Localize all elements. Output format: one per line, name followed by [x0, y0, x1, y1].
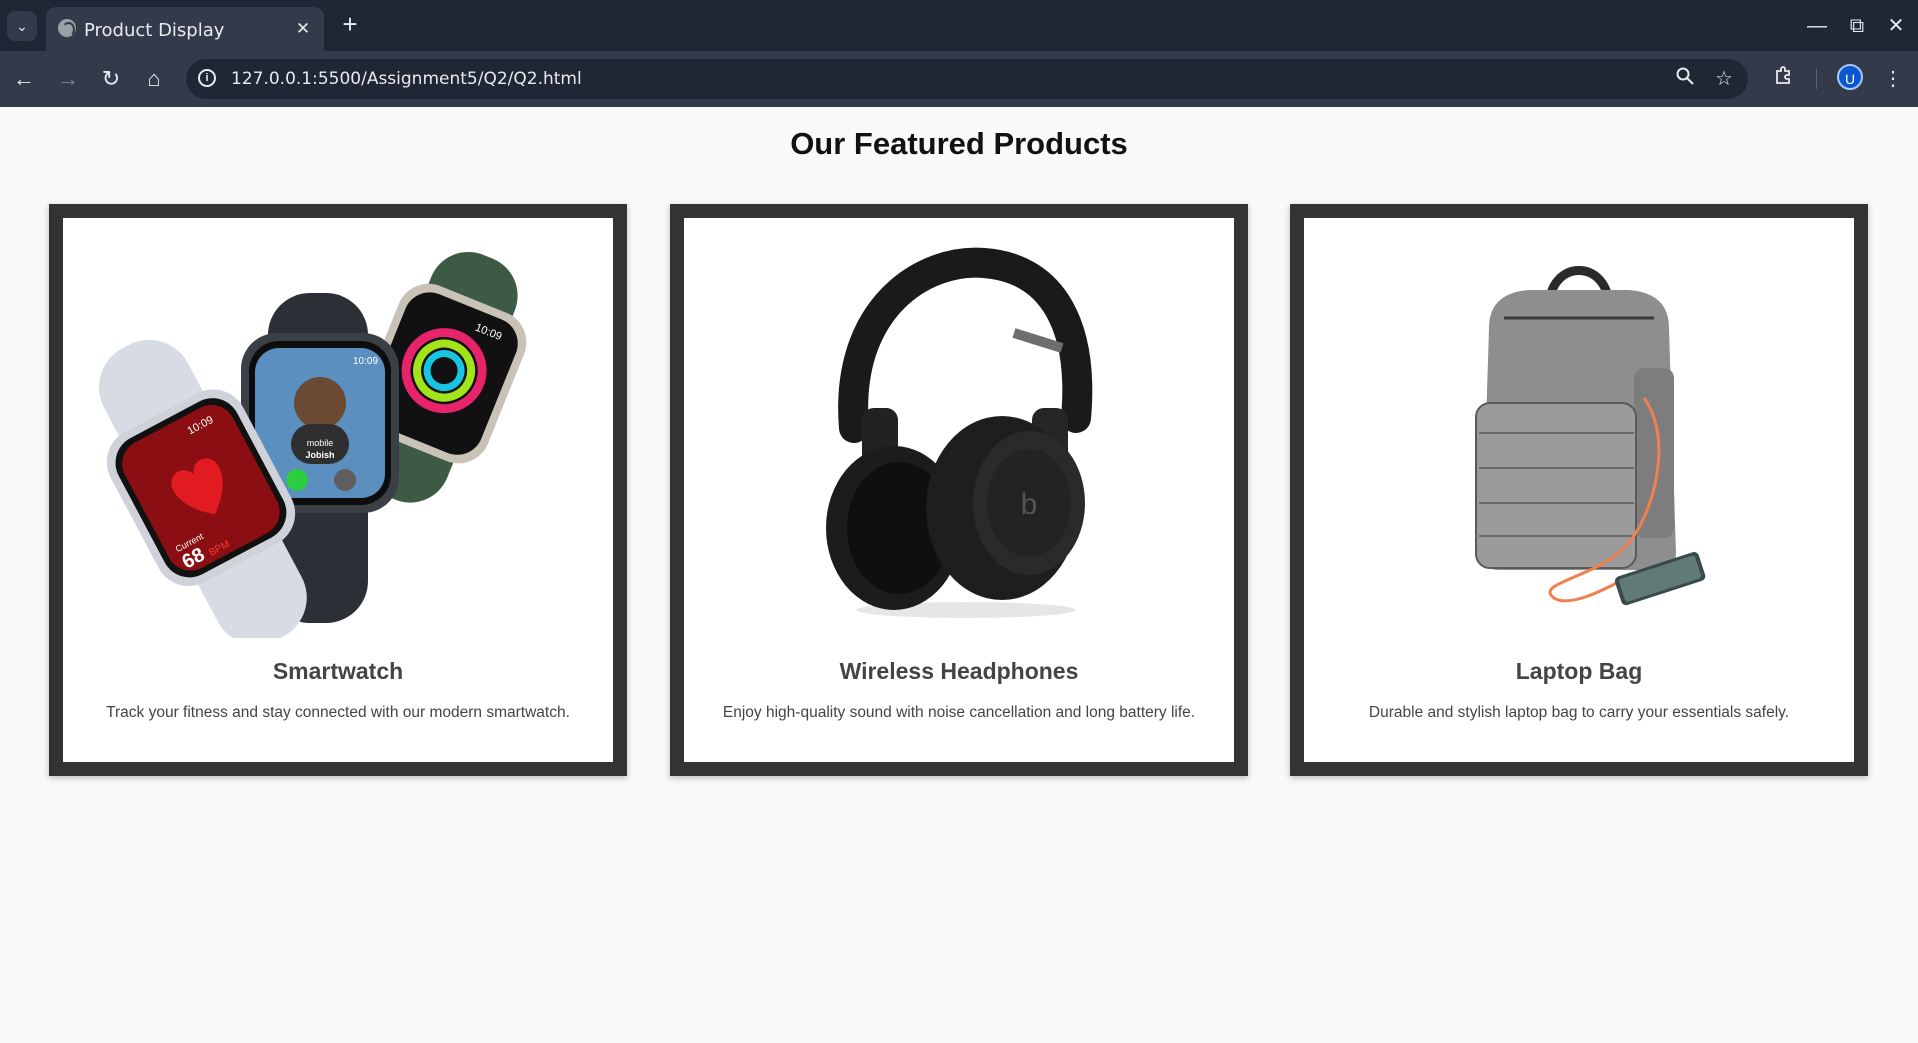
profile-avatar[interactable]: U [1837, 64, 1863, 90]
back-icon[interactable]: ← [8, 63, 40, 95]
reload-icon[interactable]: ↻ [95, 63, 127, 95]
smartwatch-image: 10:09 mobile Jobish 10:09 10:09 Current … [98, 251, 527, 638]
svg-text:b: b [1021, 488, 1038, 521]
caller-name: Jobish [305, 450, 334, 460]
product-description: Durable and stylish laptop bag to carry … [1368, 704, 1790, 721]
site-info-icon[interactable]: i [198, 69, 216, 87]
tab-search-button[interactable]: ⌄ [7, 11, 37, 41]
address-bar[interactable]: i 127.0.0.1:5500/Assignment5/Q2/Q2.html … [186, 59, 1748, 99]
product-name: Wireless Headphones [839, 658, 1079, 684]
new-tab-button[interactable]: + [336, 10, 364, 38]
forward-icon[interactable]: → [52, 63, 84, 95]
restore-icon[interactable]: ⧉ [1843, 12, 1871, 40]
product-description: Enjoy high-quality sound with noise canc… [722, 704, 1196, 721]
product-description: Track your fitness and stay connected wi… [106, 704, 570, 721]
chevron-down-icon: ⌄ [16, 17, 28, 34]
product-name: Smartwatch [272, 658, 404, 684]
minimize-icon[interactable]: — [1803, 12, 1831, 40]
home-icon[interactable]: ⌂ [138, 63, 170, 95]
menu-kebab-icon[interactable]: ⋮ [1877, 63, 1909, 95]
page-title: Our Featured Products [790, 126, 1128, 161]
tab-strip: ⌄ Product Display ✕ + — ⧉ ✕ [0, 0, 1918, 51]
browser-chrome: ⌄ Product Display ✕ + — ⧉ ✕ ← → ↻ ⌂ i 12… [0, 0, 1918, 107]
globe-icon [58, 19, 76, 37]
zoom-icon[interactable] [1671, 65, 1699, 93]
extensions-icon[interactable] [1768, 63, 1800, 95]
product-name: Laptop Bag [1515, 658, 1643, 684]
product-card-headphones: b Wireless Headphones Enjoy high-quality… [670, 204, 1248, 776]
backpack-image [1475, 266, 1706, 606]
product-card-content: Laptop Bag Durable and stylish laptop ba… [1304, 218, 1854, 762]
browser-toolbar: ← → ↻ ⌂ i 127.0.0.1:5500/Assignment5/Q2/… [0, 51, 1918, 107]
watch-time-1: 10:09 [353, 356, 378, 367]
product-card-smartwatch: 10:09 mobile Jobish 10:09 10:09 Current … [49, 204, 627, 776]
tab-title: Product Display [84, 20, 225, 41]
close-tab-icon[interactable]: ✕ [292, 18, 314, 40]
caller-type: mobile [307, 438, 334, 448]
product-card-laptop-bag: Laptop Bag Durable and stylish laptop ba… [1290, 204, 1868, 776]
window-close-icon[interactable]: ✕ [1882, 12, 1910, 40]
bookmark-star-icon[interactable]: ☆ [1710, 65, 1738, 93]
headphones-image: b [826, 247, 1093, 618]
url-text[interactable]: 127.0.0.1:5500/Assignment5/Q2/Q2.html [231, 69, 582, 89]
product-card-content: 10:09 mobile Jobish 10:09 10:09 Current … [63, 218, 613, 762]
product-card-content: b Wireless Headphones Enjoy high-quality… [684, 218, 1234, 762]
toolbar-divider [1816, 69, 1817, 89]
browser-tab[interactable]: Product Display ✕ [46, 7, 324, 51]
